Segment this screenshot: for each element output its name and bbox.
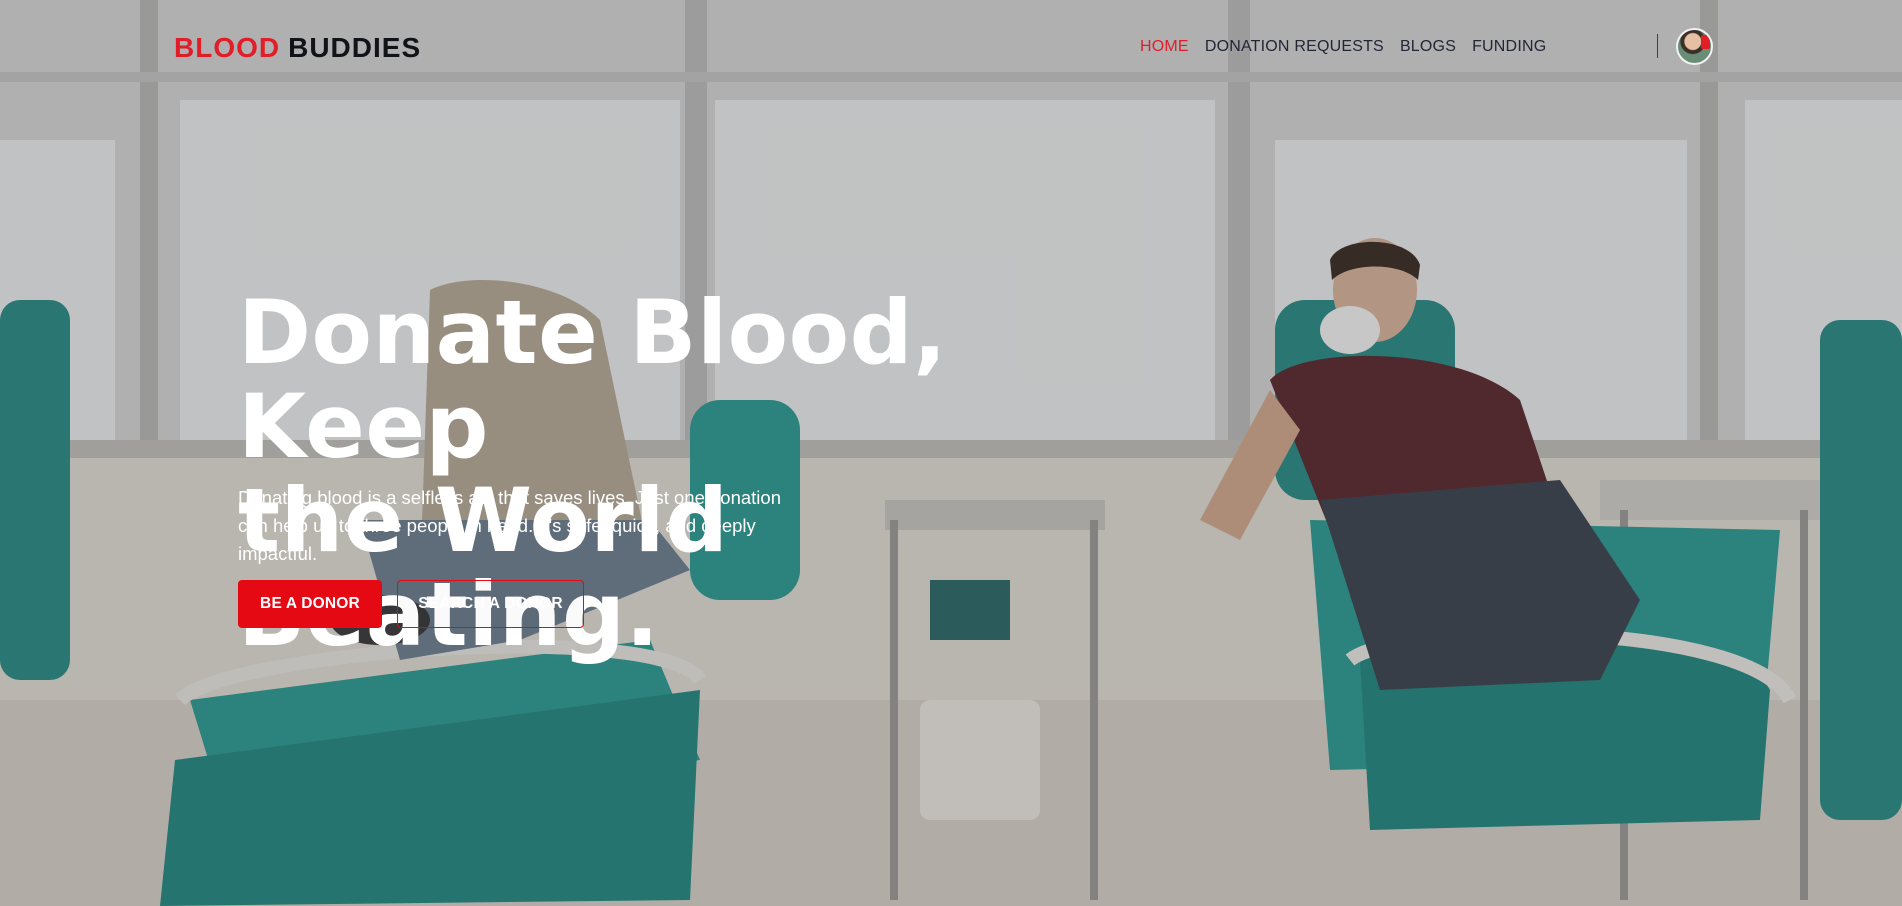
- headline-line-1: Donate Blood, Keep: [238, 281, 947, 478]
- hero-section: BLOOD BUDDIES HOME DONATION REQUESTS BLOG…: [0, 0, 1902, 906]
- be-a-donor-button[interactable]: BE A DONOR: [238, 580, 382, 628]
- hero-description: Donating blood is a selfless act that sa…: [238, 487, 781, 564]
- logo-word-buddies: BUDDIES: [288, 32, 422, 63]
- main-menu: HOME DONATION REQUESTS BLOGS FUNDING: [1140, 38, 1546, 56]
- navbar: BLOOD BUDDIES HOME DONATION REQUESTS BLOG…: [0, 0, 1902, 96]
- nav-link-donation-requests[interactable]: DONATION REQUESTS: [1205, 38, 1384, 56]
- nav-divider: [1657, 34, 1658, 58]
- user-avatar[interactable]: [1676, 28, 1713, 65]
- nav-link-blogs[interactable]: BLOGS: [1400, 38, 1456, 56]
- search-a-donor-button[interactable]: SEARCH A DONOR: [397, 580, 584, 628]
- logo-word-blood: BLOOD: [174, 32, 281, 63]
- nav-link-home[interactable]: HOME: [1140, 38, 1189, 56]
- nav-link-funding[interactable]: FUNDING: [1472, 38, 1546, 56]
- avatar-badge: [1701, 35, 1710, 49]
- logo[interactable]: BLOOD BUDDIES: [174, 32, 421, 64]
